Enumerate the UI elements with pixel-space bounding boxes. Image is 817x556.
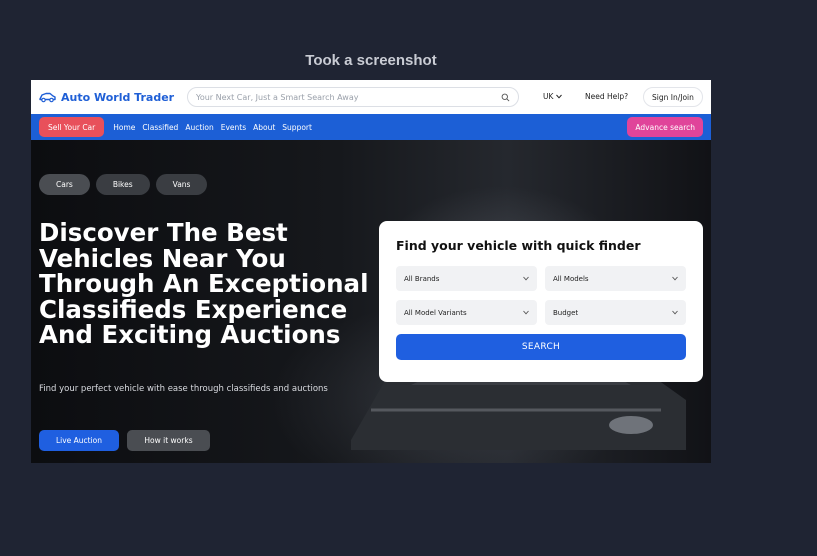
brands-select-value: All Brands	[404, 274, 440, 283]
car-logo-icon	[39, 92, 56, 103]
chevron-down-icon	[672, 310, 678, 315]
quick-finder-card: Find your vehicle with quick finder All …	[379, 221, 703, 382]
chevron-down-icon	[523, 310, 529, 315]
search-bar[interactable]	[187, 87, 519, 107]
how-it-works-button[interactable]: How it works	[127, 430, 210, 451]
sign-in-button[interactable]: Sign In/Join	[643, 87, 703, 107]
screenshot-caption: Took a screenshot	[305, 52, 437, 69]
quick-finder-fields: All Brands All Models All Model Variants…	[396, 266, 686, 325]
brand-logo[interactable]: Auto World Trader	[39, 91, 174, 104]
nav-link-about[interactable]: About	[253, 123, 275, 132]
chevron-down-icon	[523, 276, 529, 281]
main-nav: Sell Your Car Home Classified Auction Ev…	[31, 114, 711, 140]
nav-link-support[interactable]: Support	[282, 123, 312, 132]
help-link[interactable]: Need Help?	[585, 92, 628, 101]
hero-section: Cars Bikes Vans Discover The Best Vehicl…	[31, 140, 711, 463]
search-input[interactable]	[196, 92, 501, 102]
nav-link-home[interactable]: Home	[113, 123, 135, 132]
variants-select[interactable]: All Model Variants	[396, 300, 537, 325]
models-select-value: All Models	[553, 274, 589, 283]
region-selector[interactable]: UK	[543, 92, 563, 101]
nav-links: Home Classified Auction Events About Sup…	[113, 123, 312, 132]
hero-title: Discover The Best Vehicles Near You Thro…	[39, 218, 369, 349]
live-auction-button[interactable]: Live Auction	[39, 430, 119, 451]
tab-cars[interactable]: Cars	[39, 174, 90, 195]
variants-select-value: All Model Variants	[404, 308, 467, 317]
budget-select-value: Budget	[553, 308, 579, 317]
quick-finder-title: Find your vehicle with quick finder	[396, 238, 641, 253]
advance-search-button[interactable]: Advance search	[627, 117, 703, 137]
nav-link-classified[interactable]: Classified	[142, 123, 178, 132]
models-select[interactable]: All Models	[545, 266, 686, 291]
hero-subtitle: Find your perfect vehicle with ease thro…	[39, 384, 328, 394]
brand-name: Auto World Trader	[61, 90, 175, 104]
budget-select[interactable]: Budget	[545, 300, 686, 325]
vehicle-type-tabs: Cars Bikes Vans	[39, 174, 208, 195]
tab-bikes[interactable]: Bikes	[95, 174, 150, 195]
chevron-down-icon	[556, 94, 563, 99]
brands-select[interactable]: All Brands	[396, 266, 537, 291]
search-icon[interactable]	[501, 93, 510, 102]
tab-vans[interactable]: Vans	[155, 174, 208, 195]
region-label: UK	[543, 92, 554, 101]
chevron-down-icon	[672, 276, 678, 281]
website-screenshot: Auto World Trader UK Need Help? Sign In/…	[31, 80, 711, 463]
finder-search-button[interactable]: SEARCH	[396, 334, 686, 360]
nav-link-events[interactable]: Events	[221, 123, 246, 132]
site-header: Auto World Trader UK Need Help? Sign In/…	[31, 80, 711, 114]
nav-link-auction[interactable]: Auction	[185, 123, 213, 132]
sell-your-car-button[interactable]: Sell Your Car	[39, 117, 105, 137]
